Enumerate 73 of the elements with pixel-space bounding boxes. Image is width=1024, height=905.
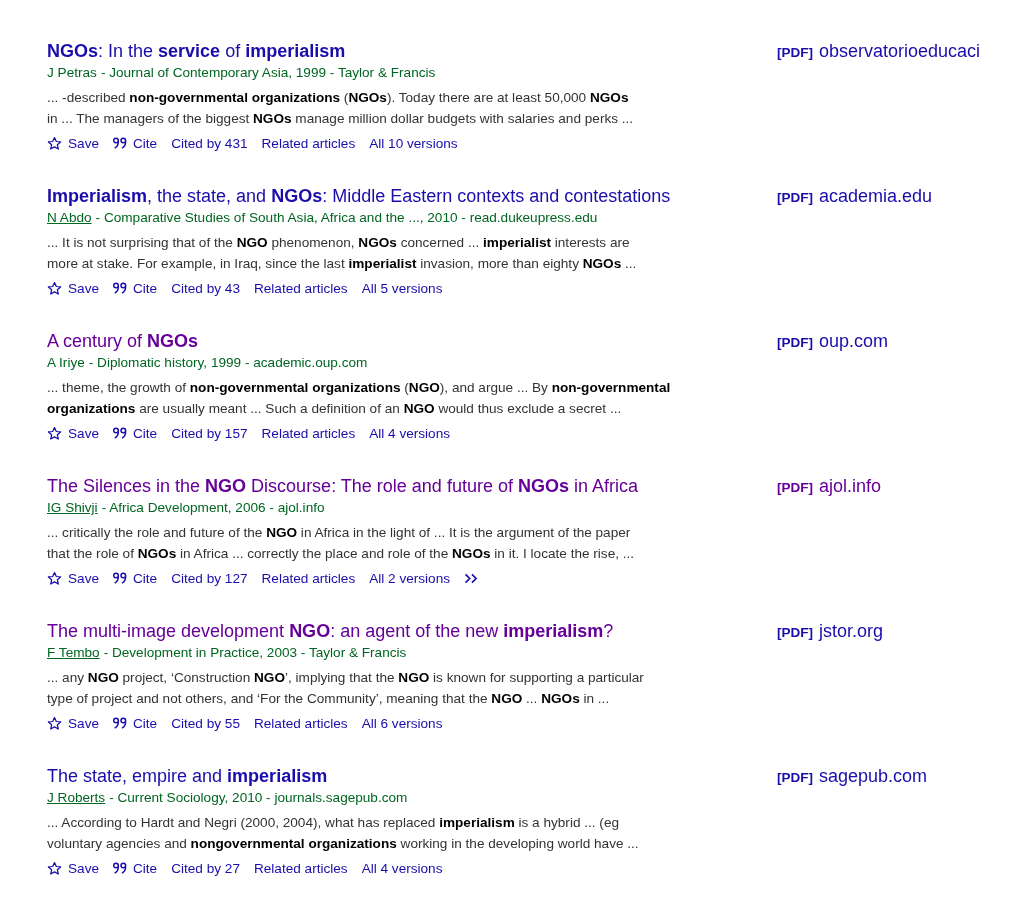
result-link[interactable]: Cited by 43 — [171, 280, 240, 296]
snippet-text: ... According to Hardt and Negri (2000, 2004), what has replaced imperialism is a hybrid ... (eg voluntary agencies and nongovernmental organizations working in the developing world have ... — [47, 814, 640, 853]
source-text: - Comparative Studies of South Asia, Africa and the ..., 2010 - read.dukeupress.edu — [95, 210, 598, 225]
save-link[interactable]: Save — [47, 280, 99, 296]
result-link[interactable]: Cited by 27 — [171, 860, 240, 876]
save-link[interactable]: Save — [47, 715, 99, 731]
result-title-link[interactable]: A century of NGOs — [47, 331, 199, 351]
author-link[interactable]: IG Shivji — [47, 500, 98, 515]
source-text: - Africa Development, 2006 - ajol.info — [101, 500, 325, 515]
pdf-link[interactable]: [PDF] sagepub.com — [777, 766, 928, 786]
result-link[interactable]: All 2 versions — [369, 570, 451, 586]
result-link[interactable]: Cited by 431 — [171, 135, 248, 151]
quote-icon — [113, 717, 127, 729]
result-link[interactable]: Related articles — [253, 280, 348, 296]
author-link[interactable]: N Abdo — [47, 210, 92, 225]
result-link[interactable]: Related articles — [253, 860, 348, 876]
quote-icon — [113, 862, 127, 874]
star-icon — [47, 280, 62, 296]
pdf-link[interactable]: [PDF] jstor.org — [777, 621, 884, 641]
quote-icon — [113, 572, 127, 584]
star-icon — [47, 425, 62, 441]
cite-link[interactable]: Cite — [113, 860, 158, 876]
save-link[interactable]: Save — [47, 860, 99, 876]
quote-icon — [113, 427, 127, 439]
star-icon — [47, 860, 62, 876]
source-text: - Diplomatic history, 1999 - academic.oup.com — [88, 355, 368, 370]
double-chevron-icon[interactable] — [464, 572, 480, 584]
source-text: - Journal of Contemporary Asia, 1999 - Taylor & Francis — [100, 65, 436, 80]
pdf-link[interactable]: [PDF] ajol.info — [777, 476, 882, 496]
star-icon — [47, 570, 62, 586]
result-title-link[interactable]: The multi-image development NGO: an agent of the new imperialism? — [47, 621, 614, 641]
result-link[interactable]: All 6 versions — [361, 715, 443, 731]
save-link[interactable]: Save — [47, 570, 99, 586]
cite-link[interactable]: Cite — [113, 425, 158, 441]
star-icon — [47, 715, 62, 731]
result-link[interactable]: Related articles — [261, 425, 356, 441]
cite-link[interactable]: Cite — [113, 135, 158, 151]
author-name: A Iriye — [47, 355, 85, 370]
result-link[interactable]: Cited by 157 — [171, 425, 248, 441]
save-link[interactable]: Save — [47, 135, 99, 151]
result-link[interactable]: Cited by 55 — [171, 715, 240, 731]
snippet-text: ... critically the role and future of the NGO in Africa in the light of ... It is the argument of the paper that the role of NGOs in Africa ... correctly the place and role of the NGOs in it. I locate the rise, ... — [47, 524, 636, 563]
snippet-text: ... any NGO project, ‘Construction NGO’, implying that the NGO is known for supporting a particular type of project and not others, and ‘For the Community’, meaning that the NGO ... NGOs in ... — [47, 669, 645, 708]
save-link[interactable]: Save — [47, 425, 99, 441]
source-text: - Current Sociology, 2010 - journals.sagepub.com — [109, 790, 408, 805]
result-link[interactable]: Related articles — [261, 135, 356, 151]
result-link[interactable]: Related articles — [261, 570, 356, 586]
result-title-link[interactable]: The Silences in the NGO Discourse: The role and future of NGOs in Africa — [47, 476, 638, 496]
cite-link[interactable]: Cite — [113, 280, 158, 296]
result-link[interactable]: All 4 versions — [361, 860, 443, 876]
result-link[interactable]: Related articles — [253, 715, 348, 731]
snippet-text: ... -described non-governmental organizations (NGOs). Today there are at least 50,000 NGOs in ... The managers of the biggest NGOs manage million dollar budgets with salaries and perks ... — [47, 89, 635, 128]
source-text: - Development in Practice, 2003 - Taylor & Francis — [103, 645, 407, 660]
author-name: J Petras — [47, 65, 97, 80]
snippet-text: ... It is not surprising that of the NGO phenomenon, NGOs concerned ... imperialist interests are more at stake. For example, in Iraq, since the last imperialist invasion, more than eighty NGOs ... — [47, 234, 638, 273]
cite-link[interactable]: Cite — [113, 715, 158, 731]
quote-icon — [113, 137, 127, 149]
result-link[interactable]: Cited by 127 — [171, 570, 248, 586]
result-link[interactable]: All 4 versions — [369, 425, 451, 441]
cite-link[interactable]: Cite — [113, 570, 158, 586]
pdf-link[interactable]: [PDF] academia.edu — [777, 186, 933, 206]
result-link[interactable]: All 10 versions — [369, 135, 458, 151]
author-link[interactable]: F Tembo — [47, 645, 100, 660]
snippet-text: ... theme, the growth of non-governmental organizations (NGO), and argue ... By non-governmental organizations are usually meant ... Such a definition of an NGO would thus exclude a secret ... — [47, 379, 672, 418]
result-title-link[interactable]: NGOs: In the service of imperialism — [47, 41, 346, 61]
result-link[interactable]: All 5 versions — [361, 280, 443, 296]
result-title-link[interactable]: The state, empire and imperialism — [47, 766, 328, 786]
author-link[interactable]: J Roberts — [47, 790, 106, 805]
pdf-link[interactable]: [PDF] oup.com — [777, 331, 889, 351]
result-title-link[interactable]: Imperialism, the state, and NGOs: Middle Eastern contexts and contestations — [47, 186, 671, 206]
quote-icon — [113, 282, 127, 294]
star-icon — [47, 135, 62, 151]
pdf-link[interactable]: [PDF] observatorioeducaci — [777, 41, 981, 61]
